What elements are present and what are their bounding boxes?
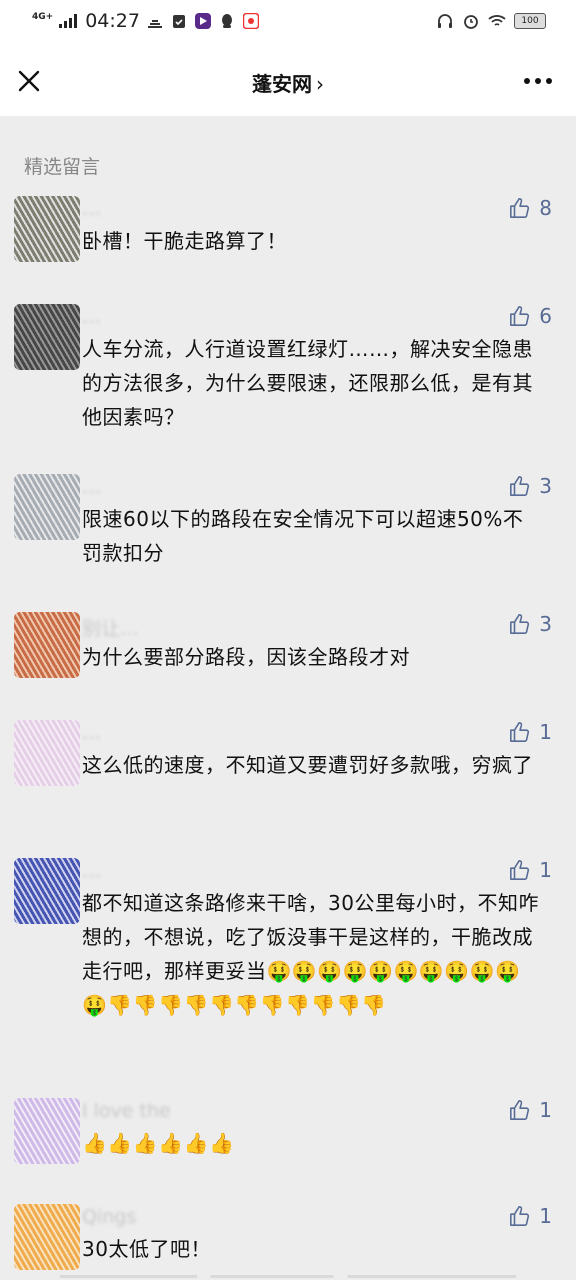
- nav-bar: 蓬安网 ›: [0, 46, 576, 116]
- thumbs-up-icon: [510, 614, 530, 634]
- avatar[interactable]: [14, 474, 80, 540]
- more-icon[interactable]: [524, 78, 552, 84]
- nickname[interactable]: …: [82, 198, 101, 220]
- status-bar: 4G+ 04:27 100: [0, 0, 576, 46]
- comment-text: 👍👍👍👍👍👍: [82, 1131, 235, 1155]
- like-count: 3: [539, 474, 552, 498]
- comment-text: 为什么要部分路段，因该全路段才对: [82, 645, 410, 669]
- avatar[interactable]: [14, 1204, 80, 1270]
- battery-icon: 100: [514, 13, 546, 29]
- like-button[interactable]: 6: [509, 304, 552, 328]
- nickname[interactable]: …: [82, 476, 101, 498]
- like-button[interactable]: 1: [509, 1204, 552, 1228]
- thumbs-up-icon: [510, 1206, 530, 1226]
- nickname[interactable]: Qings: [82, 1206, 136, 1228]
- comment-text: 限速60以下的路段在安全情况下可以超速50%不罚款扣分: [82, 507, 524, 565]
- like-count: 1: [539, 1204, 552, 1228]
- nickname[interactable]: …: [82, 306, 101, 328]
- avatar[interactable]: [14, 1098, 80, 1164]
- qq-icon: [218, 12, 236, 30]
- nickname[interactable]: …: [82, 860, 101, 882]
- chevron-right-icon: ›: [316, 72, 324, 96]
- thumbs-up-icon: [510, 860, 530, 880]
- signal-icon: [59, 14, 78, 28]
- comment-text: 卧槽！干脆走路算了！: [82, 229, 287, 253]
- comment-text: 这么低的速度，不知道又要遭罚好多款哦，穷疯了: [82, 753, 533, 777]
- like-button[interactable]: 3: [509, 474, 552, 498]
- comment-text: 30太低了吧！: [82, 1237, 211, 1261]
- headphones-icon: [436, 12, 454, 30]
- like-button[interactable]: 3: [509, 612, 552, 636]
- comment-text: 都不知道这条路修来干啥，30公里每小时，不知咋想的，不想说，吃了饭没事干是这样的…: [82, 891, 539, 1017]
- like-count: 3: [539, 612, 552, 636]
- clock: 04:27: [85, 10, 140, 32]
- alarm-icon: [462, 12, 480, 30]
- status-right: 100: [436, 12, 546, 30]
- avatar[interactable]: [14, 304, 80, 370]
- like-button[interactable]: 1: [509, 720, 552, 744]
- avatar[interactable]: [14, 858, 80, 924]
- like-count: 8: [539, 196, 552, 220]
- clipboard-check-icon: [170, 12, 188, 30]
- comment-text: 人车分流，人行道设置红绿灯……，解决安全隐患的方法很多，为什么要限速，还限那么低…: [82, 337, 533, 429]
- section-title: 精选留言: [24, 156, 101, 178]
- video-app-icon: [242, 12, 260, 30]
- like-button[interactable]: 1: [509, 1098, 552, 1122]
- like-button[interactable]: 1: [509, 858, 552, 882]
- avatar[interactable]: [14, 720, 80, 786]
- thumbs-up-icon: [510, 722, 530, 742]
- thumbs-up-icon: [510, 306, 530, 326]
- thumbs-up-icon: [510, 476, 530, 496]
- app-icon: [194, 12, 212, 30]
- account-name[interactable]: 蓬安网: [252, 72, 312, 96]
- like-button[interactable]: 8: [509, 196, 552, 220]
- nickname[interactable]: I love the: [82, 1100, 171, 1122]
- nickname[interactable]: …: [82, 722, 101, 744]
- thumbs-up-icon: [510, 198, 530, 218]
- status-left: 4G+ 04:27: [32, 10, 260, 32]
- avatar[interactable]: [14, 612, 80, 678]
- like-count: 6: [539, 304, 552, 328]
- wifi-icon: [488, 12, 506, 30]
- bottom-divider: [60, 1275, 516, 1278]
- thumbs-up-icon: [510, 1100, 530, 1120]
- like-count: 1: [539, 858, 552, 882]
- like-count: 1: [539, 1098, 552, 1122]
- nickname[interactable]: 别让…: [82, 614, 139, 641]
- hotspot-icon: [146, 12, 164, 30]
- avatar[interactable]: [14, 196, 80, 262]
- page-title[interactable]: 蓬安网 ›: [0, 68, 576, 97]
- like-count: 1: [539, 720, 552, 744]
- network-type: 4G+: [32, 11, 54, 22]
